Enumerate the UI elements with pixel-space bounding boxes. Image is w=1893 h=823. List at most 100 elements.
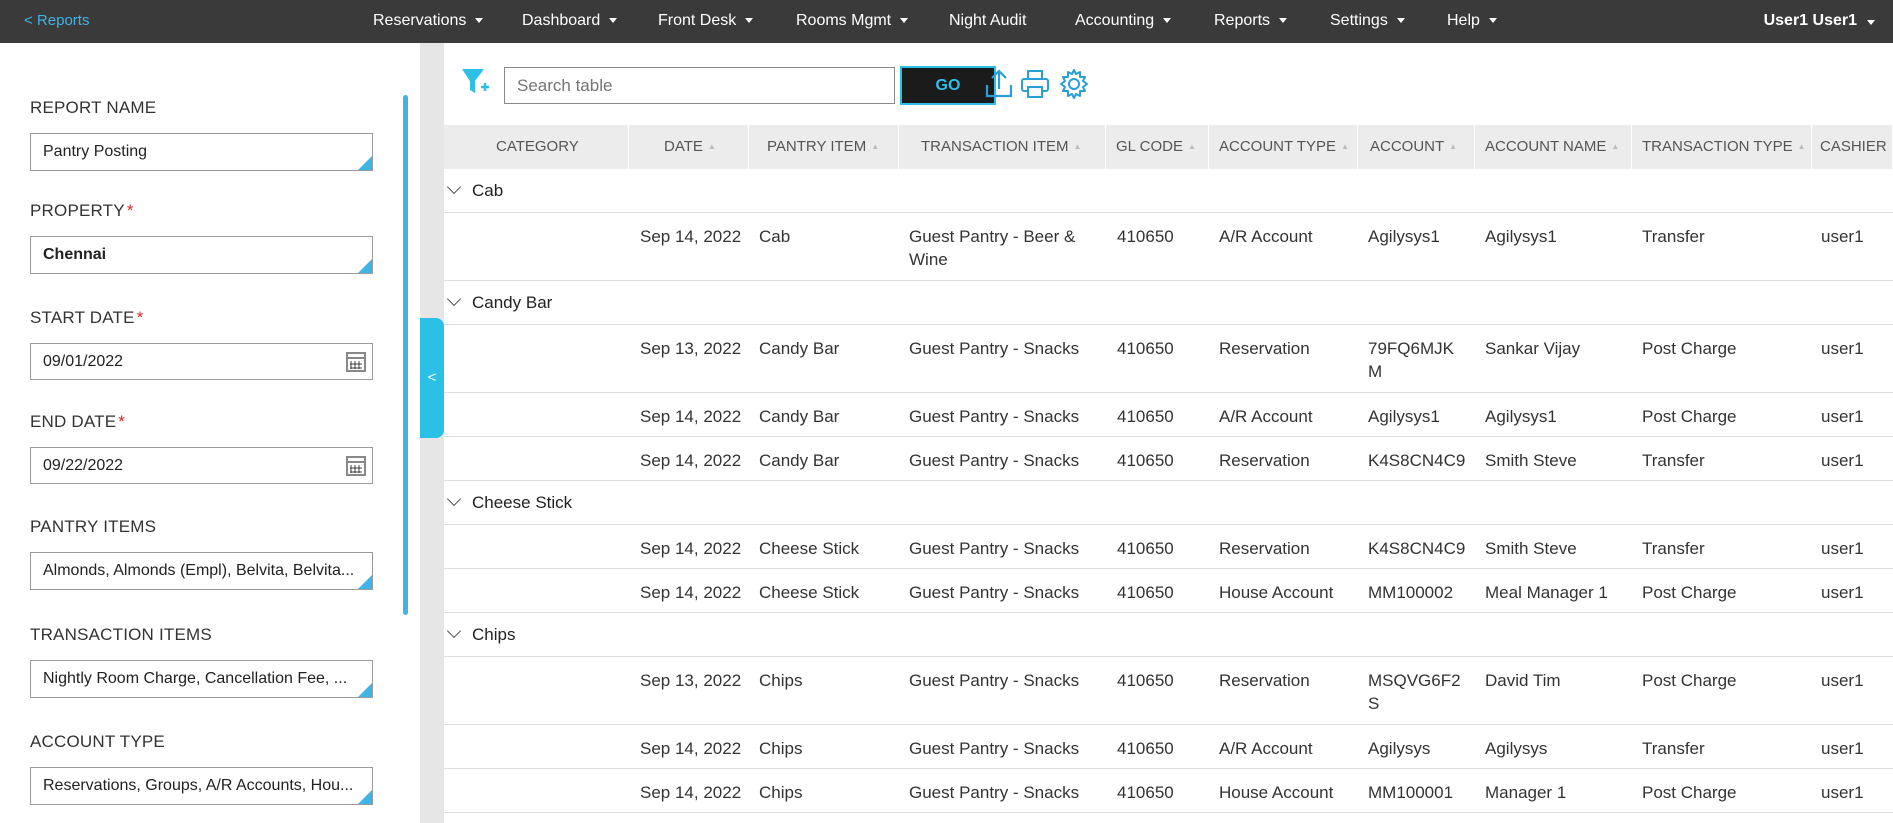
nav-front-desk[interactable]: Front Desk bbox=[658, 12, 754, 30]
cell-transaction-type: Post Charge bbox=[1642, 583, 1737, 602]
table-row[interactable]: Sep 13, 2022 Chips Guest Pantry - Snacks 41… bbox=[444, 657, 1893, 725]
table-row[interactable]: Sep 13, 2022 Candy Bar Guest Pantry - Snac… bbox=[444, 325, 1893, 393]
transaction-items-field[interactable]: Nightly Room Charge, Cancellation Fee, .… bbox=[30, 660, 373, 698]
column-header-cashier[interactable]: CASHIER bbox=[1812, 125, 1893, 169]
dropdown-corner-icon bbox=[358, 259, 372, 273]
cell-account: Agilysys1 bbox=[1368, 407, 1440, 426]
sort-icon[interactable]: ▲ bbox=[1798, 142, 1806, 151]
column-header-label: TRANSACTION ITEM bbox=[921, 138, 1069, 155]
sort-icon[interactable]: ▲ bbox=[871, 142, 879, 151]
chevron-down-icon[interactable] bbox=[446, 623, 462, 639]
report-table: CATEGORY DATE ▲ PANTRY ITEM ▲ TRANSACTION ITE… bbox=[444, 125, 1893, 823]
cell-pantry-item: Candy Bar bbox=[759, 339, 840, 358]
sort-icon[interactable]: ▲ bbox=[708, 142, 716, 151]
cell-pantry-item: Chips bbox=[759, 783, 803, 802]
pantry-items-field[interactable]: Almonds, Almonds (Empl), Belvita, Belvit… bbox=[30, 552, 373, 590]
user-menu[interactable]: User1 User1 bbox=[1764, 12, 1857, 30]
table-row[interactable]: Sep 14, 2022 Chips Guest Pantry - Snacks 41… bbox=[444, 769, 1893, 813]
nav-dashboard[interactable]: Dashboard bbox=[522, 12, 618, 30]
column-header-transaction-type[interactable]: TRANSACTION TYPE ▲ bbox=[1632, 125, 1812, 169]
cell-account-name: Agilysys bbox=[1485, 739, 1548, 758]
table-row[interactable]: Sep 14, 2022 Candy Bar Guest Pantry - Snac… bbox=[444, 437, 1893, 481]
chevron-down-icon[interactable] bbox=[446, 291, 462, 307]
cell-account: 79FQ6MJK M bbox=[1368, 339, 1454, 381]
go-button[interactable]: GO bbox=[900, 66, 996, 105]
top-nav-bar: < Reports Reservations Dashboard Front Des… bbox=[0, 0, 1893, 43]
table-row[interactable]: Sep 14, 2022 Candy Bar Guest Pantry - Snac… bbox=[444, 393, 1893, 437]
column-header-account[interactable]: ACCOUNT ▲ bbox=[1358, 125, 1475, 169]
cell-transaction-type: Post Charge bbox=[1642, 671, 1737, 690]
table-row[interactable]: Sep 14, 2022 Cheese Stick Guest Pantry - S… bbox=[444, 569, 1893, 613]
nav-settings[interactable]: Settings bbox=[1330, 12, 1405, 30]
start-date-field[interactable]: 09/01/2022 bbox=[30, 343, 373, 380]
table-row[interactable]: Sep 14, 2022 Cheese Stick Guest Pantry - S… bbox=[444, 525, 1893, 569]
group-row-cheese-stick[interactable]: Cheese Stick bbox=[444, 481, 1893, 525]
end-date-field[interactable]: 09/22/2022 bbox=[30, 447, 373, 484]
dropdown-corner-icon bbox=[358, 156, 372, 170]
nav-rooms-mgmt[interactable]: Rooms Mgmt bbox=[796, 12, 909, 30]
table-row[interactable]: Sep 14, 2022 Chips Guest Pantry - Snacks 41… bbox=[444, 725, 1893, 769]
cell-account-name: Smith Steve bbox=[1485, 451, 1577, 470]
nav-night-audit[interactable]: Night Audit bbox=[949, 12, 1026, 30]
cell-account-type: Reservation bbox=[1219, 671, 1310, 690]
cell-transaction-item: Guest Pantry - Snacks bbox=[909, 451, 1080, 470]
panel-scrollbar[interactable] bbox=[403, 95, 408, 615]
gear-icon[interactable] bbox=[1058, 67, 1090, 101]
column-header-transaction-item[interactable]: TRANSACTION ITEM ▲ bbox=[899, 125, 1106, 169]
nav-reports[interactable]: Reports bbox=[1214, 12, 1288, 30]
cell-account-type: A/R Account bbox=[1219, 407, 1313, 426]
nav-reservations[interactable]: Reservations bbox=[373, 12, 484, 30]
cell-account: Agilysys bbox=[1368, 739, 1431, 758]
search-input[interactable] bbox=[504, 67, 895, 104]
calendar-icon[interactable] bbox=[346, 352, 366, 372]
pantry-items-label: PANTRY ITEMS bbox=[30, 517, 157, 536]
sort-icon[interactable]: ▲ bbox=[1449, 142, 1457, 151]
cell-account: MM100001 bbox=[1368, 783, 1454, 802]
upload-icon[interactable] bbox=[983, 67, 1015, 101]
cell-account-type: Reservation bbox=[1219, 539, 1310, 558]
report-name-label: REPORT NAME bbox=[30, 98, 157, 117]
sort-icon[interactable]: ▲ bbox=[1188, 142, 1196, 151]
cell-cashier: user1 bbox=[1821, 539, 1864, 558]
cell-account-name: Agilysys1 bbox=[1485, 227, 1557, 246]
column-header-gl-code[interactable]: GL CODE ▲ bbox=[1106, 125, 1209, 169]
sort-icon[interactable]: ▲ bbox=[1341, 142, 1349, 151]
property-field[interactable]: Chennai bbox=[30, 236, 373, 274]
dropdown-corner-icon bbox=[358, 683, 372, 697]
end-date-label: END DATE * bbox=[30, 412, 126, 431]
sort-icon[interactable]: ▲ bbox=[1611, 142, 1619, 151]
user-chevron-down-icon[interactable] bbox=[1867, 20, 1875, 25]
table-header: CATEGORY DATE ▲ PANTRY ITEM ▲ TRANSACTION ITE… bbox=[444, 125, 1893, 169]
column-header-label: CATEGORY bbox=[496, 138, 579, 155]
account-type-field[interactable]: Reservations, Groups, A/R Accounts, Hou.… bbox=[30, 767, 373, 805]
column-header-date[interactable]: DATE ▲ bbox=[629, 125, 749, 169]
report-name-field[interactable]: Pantry Posting bbox=[30, 133, 373, 171]
column-header-account-name[interactable]: ACCOUNT NAME ▲ bbox=[1475, 125, 1632, 169]
calendar-icon[interactable] bbox=[346, 456, 366, 476]
dropdown-corner-icon bbox=[358, 575, 372, 589]
cell-transaction-item: Guest Pantry - Snacks bbox=[909, 407, 1080, 426]
print-icon[interactable] bbox=[1019, 67, 1051, 101]
sort-icon[interactable]: ▲ bbox=[1074, 142, 1082, 151]
collapse-panel-button[interactable]: < bbox=[420, 318, 444, 438]
end-date-value: 09/22/2022 bbox=[43, 457, 124, 474]
nav-help[interactable]: Help bbox=[1447, 12, 1497, 30]
cell-gl-code: 410650 bbox=[1117, 451, 1174, 470]
cell-date: Sep 14, 2022 bbox=[640, 583, 742, 602]
account-type-label: ACCOUNT TYPE bbox=[30, 732, 165, 751]
filter-add-icon[interactable] bbox=[460, 65, 490, 99]
group-row-chips[interactable]: Chips bbox=[444, 613, 1893, 657]
nav-accounting[interactable]: Accounting bbox=[1075, 12, 1172, 30]
column-header-account-type[interactable]: ACCOUNT TYPE ▲ bbox=[1209, 125, 1358, 169]
cell-transaction-type: Post Charge bbox=[1642, 783, 1737, 802]
column-header-category[interactable]: CATEGORY bbox=[444, 125, 629, 169]
group-row-candy-bar[interactable]: Candy Bar bbox=[444, 281, 1893, 325]
group-row-cab[interactable]: Cab bbox=[444, 169, 1893, 213]
chevron-down-icon bbox=[475, 18, 484, 24]
chevron-down-icon[interactable] bbox=[446, 179, 462, 195]
cell-transaction-type: Transfer bbox=[1642, 739, 1705, 758]
table-row[interactable]: Sep 14, 2022 Cab Guest Pantry - Beer & Wine… bbox=[444, 213, 1893, 281]
column-header-pantry-item[interactable]: PANTRY ITEM ▲ bbox=[749, 125, 899, 169]
chevron-down-icon[interactable] bbox=[446, 491, 462, 507]
start-date-value: 09/01/2022 bbox=[43, 353, 124, 370]
